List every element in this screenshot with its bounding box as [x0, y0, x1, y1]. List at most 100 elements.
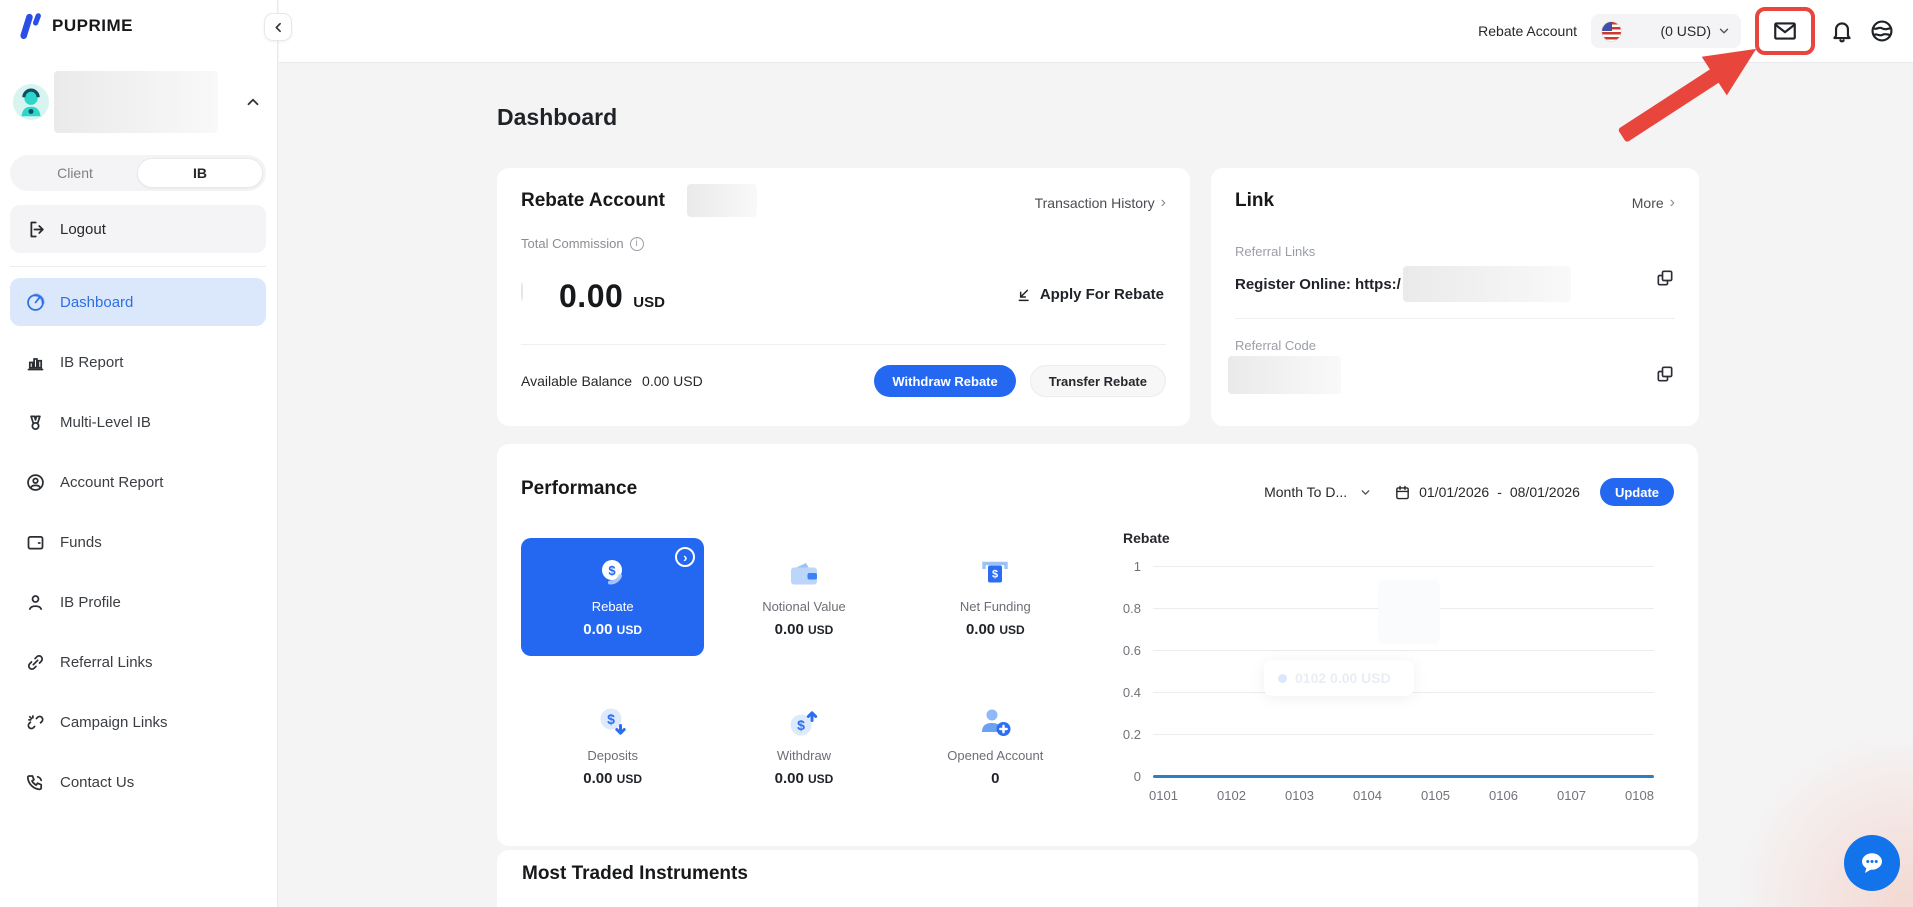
svg-text:$: $: [797, 717, 805, 733]
performance-controls: Month To D... 01/01/2026 - 08/01/2026 Up…: [1264, 478, 1674, 506]
date-range-picker[interactable]: 01/01/2026 - 08/01/2026: [1394, 484, 1580, 501]
arrow-down-left-icon: [1016, 287, 1032, 303]
info-icon[interactable]: i: [629, 236, 644, 251]
chart-tooltip-ghost: 0102 0.00 USD: [1264, 660, 1414, 696]
metric-tile-net-funding[interactable]: $ Net Funding 0.00 USD: [904, 538, 1087, 656]
chevron-right-icon: ›: [1669, 194, 1675, 211]
phone-icon: [24, 771, 46, 793]
transfer-rebate-button[interactable]: Transfer Rebate: [1029, 365, 1166, 397]
metric-value: 0.00 USD: [965, 621, 1025, 638]
dollar-down-icon: $: [595, 705, 631, 741]
sidebar-item-ib-report[interactable]: IB Report: [10, 338, 266, 386]
chat-widget-button[interactable]: [1844, 835, 1900, 891]
y-axis-tick: 0: [1133, 768, 1141, 784]
metric-value: 0.00 USD: [774, 770, 834, 787]
sidebar-item-account-report[interactable]: Account Report: [10, 458, 266, 506]
notifications-bell-icon[interactable]: [1829, 18, 1855, 44]
person-circle-icon: [24, 471, 46, 493]
sidebar-item-multi-level-ib[interactable]: Multi-Level IB: [10, 398, 266, 446]
sidebar-item-referral-links[interactable]: Referral Links: [10, 638, 266, 686]
link-card-title: Link: [1235, 190, 1275, 211]
redacted-user-name: [54, 71, 218, 133]
profile-row[interactable]: [12, 70, 266, 134]
x-axis-tick: 0107: [1557, 788, 1586, 803]
redacted-referral-link: [1402, 266, 1571, 302]
toggle-client[interactable]: Client: [13, 158, 137, 188]
mail-icon-highlight-box[interactable]: [1755, 7, 1815, 55]
toggle-ib[interactable]: IB: [137, 158, 263, 188]
copy-referral-link-icon[interactable]: [1655, 268, 1675, 288]
more-link[interactable]: More ›: [1632, 194, 1675, 212]
metric-label: Notional Value: [762, 599, 846, 614]
y-axis-tick: 0.2: [1122, 726, 1141, 742]
dollar-up-icon: $: [786, 705, 822, 741]
card-divider: [521, 344, 1166, 345]
main-content: Dashboard Rebate Account Transaction His…: [279, 64, 1913, 907]
metric-label: Opened Account: [947, 748, 1044, 763]
metric-label: Deposits: [587, 748, 638, 763]
logout-button[interactable]: Logout: [10, 205, 266, 253]
apply-for-rebate-link[interactable]: Apply For Rebate: [1016, 286, 1164, 303]
sidebar-item-contact-us[interactable]: Contact Us: [10, 758, 266, 806]
account-balance: (0 USD): [1660, 23, 1711, 39]
hover-highlight-ghost: [1378, 580, 1440, 644]
sidebar-item-campaign-links[interactable]: Campaign Links: [10, 698, 266, 746]
sidebar-collapse-button[interactable]: [264, 13, 292, 41]
x-axis-labels: 0101 0102 0103 0104 0105 0106 0107 0108: [1149, 788, 1654, 803]
chevron-up-icon[interactable]: [244, 93, 262, 111]
withdraw-rebate-button[interactable]: Withdraw Rebate: [874, 365, 1016, 397]
account-selector-dropdown[interactable]: (0 USD): [1591, 14, 1741, 48]
link-icon: [24, 651, 46, 673]
top-header: Rebate Account (0 USD): [279, 0, 1913, 63]
language-globe-icon[interactable]: [1869, 18, 1895, 44]
broken-link-icon: [24, 711, 46, 733]
tooltip-dot-icon: [1278, 673, 1287, 683]
commission-value: 0.00: [559, 278, 624, 314]
x-axis-tick: 0106: [1489, 788, 1518, 803]
x-axis-tick: 0108: [1625, 788, 1654, 803]
date-range-select[interactable]: Month To D...: [1264, 484, 1374, 500]
calendar-icon: [1394, 484, 1411, 501]
person-plus-icon: [977, 705, 1013, 741]
metric-tile-notional-value[interactable]: Notional Value 0.00 USD: [712, 538, 895, 656]
transaction-history-link[interactable]: Transaction History ›: [1035, 194, 1166, 212]
update-button[interactable]: Update: [1599, 478, 1674, 506]
logout-icon: [26, 218, 48, 240]
sidebar-item-label: Dashboard: [60, 293, 134, 311]
puprime-ib-portal: PUPRIME Client IB Logout Dashboard IB Re…: [0, 0, 1913, 907]
metric-tile-rebate[interactable]: › $ Rebate 0.00 USD: [521, 538, 705, 656]
sidebar-item-label: IB Profile: [60, 593, 121, 611]
sidebar-item-label: Referral Links: [60, 653, 153, 671]
performance-card: Performance Month To D... 01/01/2026 - 0…: [497, 444, 1698, 846]
x-axis-tick: 0102: [1217, 788, 1246, 803]
dollar-coin-icon: $: [595, 556, 631, 592]
sidebar-item-label: Multi-Level IB: [60, 413, 151, 431]
metric-tile-withdraw[interactable]: $ Withdraw 0.00 USD: [712, 692, 895, 800]
copy-referral-code-icon[interactable]: [1655, 364, 1675, 384]
available-balance-value: 0.00 USD: [642, 373, 703, 389]
referral-links-label: Referral Links: [1235, 244, 1316, 259]
y-axis-tick: 0.6: [1122, 642, 1141, 658]
sidebar-item-dashboard[interactable]: Dashboard: [10, 278, 266, 326]
sidebar-item-label: Funds: [60, 533, 102, 551]
metric-tile-opened-account[interactable]: Opened Account 0: [904, 692, 1087, 800]
x-axis-tick: 0103: [1285, 788, 1314, 803]
performance-metrics: › $ Rebate 0.00 USD Notional Value 0.00 …: [521, 538, 1087, 800]
logout-label: Logout: [60, 220, 106, 238]
commission-amount: 0.00 USD: [521, 278, 665, 315]
sidebar-item-funds[interactable]: Funds: [10, 518, 266, 566]
most-traded-title: Most Traded Instruments: [522, 863, 748, 884]
metric-tile-deposits[interactable]: $ Deposits 0.00 USD: [521, 692, 704, 800]
us-flag-icon: [1601, 20, 1622, 42]
x-axis-tick: 0105: [1421, 788, 1450, 803]
chevron-right-icon: ›: [1160, 194, 1166, 211]
x-axis-tick: 0104: [1353, 788, 1382, 803]
available-balance-row: Available Balance 0.00 USD Withdraw Reba…: [521, 364, 1166, 398]
date-separator: -: [1497, 484, 1502, 500]
metric-value: 0: [991, 770, 1000, 787]
mail-icon[interactable]: [1772, 18, 1798, 44]
atm-dollar-icon: $: [977, 556, 1013, 592]
y-axis-tick: 1: [1133, 558, 1141, 574]
sidebar-item-ib-profile[interactable]: IB Profile: [10, 578, 266, 626]
metric-label: Withdraw: [776, 748, 832, 763]
